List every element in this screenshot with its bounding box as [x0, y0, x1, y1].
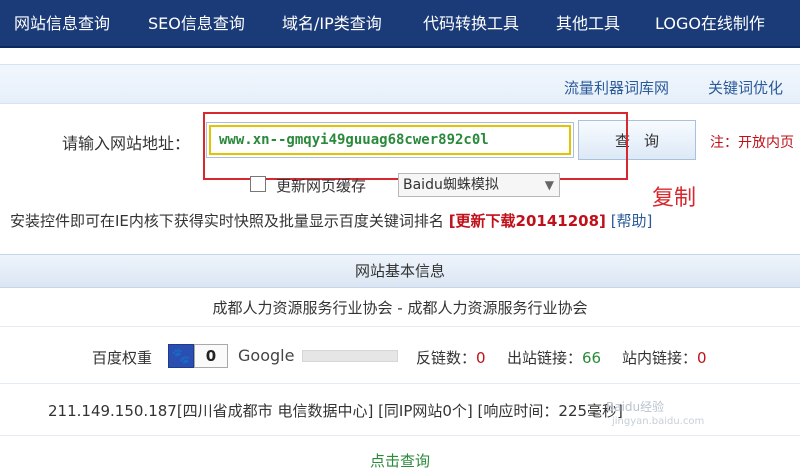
nav-item-domain-ip[interactable]: 域名/IP类查询 [282, 0, 382, 48]
nav-item-site-info[interactable]: 网站信息查询 [14, 0, 110, 48]
link-keyword-optimization[interactable]: 关键词优化 [708, 77, 783, 98]
user-agent-select[interactable]: Baidu蜘蛛模拟 ▼ [398, 173, 560, 197]
nav-item-code-tools[interactable]: 代码转换工具 [423, 0, 519, 48]
help-link[interactable]: [帮助] [611, 212, 653, 230]
google-pagerank-bar [302, 350, 398, 362]
baidu-weight-value[interactable]: 0 [194, 344, 228, 368]
watermark-logo: Baidu经验 [606, 400, 665, 414]
update-cache-checkbox[interactable] [250, 176, 266, 192]
backlinks-value[interactable]: 0 [476, 349, 486, 367]
metrics-row: 百度权重 🐾 0 Google 反链数：0 出站链接：66 站内链接：0 [0, 328, 800, 384]
link-traffic-lexicon[interactable]: 流量利器词库网 [564, 77, 669, 98]
copy-annotation: 复制 [652, 186, 697, 211]
query-button[interactable]: 查询 [578, 120, 696, 160]
top-nav: 网站信息查询 SEO信息查询 域名/IP类查询 代码转换工具 其他工具 LOGO… [0, 0, 800, 48]
nav-item-other-tools[interactable]: 其他工具 [556, 0, 620, 48]
update-download-link[interactable]: [更新下载20141208] [449, 212, 606, 230]
watermark-url: jingyan.baidu.com [612, 416, 705, 427]
site-title: 成都人力资源服务行业协会 - 成都人力资源服务行业协会 [212, 299, 588, 317]
chevron-down-icon: ▼ [544, 178, 554, 192]
backlinks-label: 反链数： [416, 349, 477, 367]
ip-info: 211.149.150.187[四川省成都市 电信数据中心] [同IP网站0个]… [48, 402, 623, 420]
user-agent-selected: Baidu蜘蛛模拟 [403, 177, 499, 193]
sub-header: 流量利器词库网 关键词优化 [0, 64, 800, 104]
inlinks-label: 站内链接： [622, 349, 698, 367]
install-notice: 安装控件即可在IE内核下获得实时快照及批量显示百度关键词排名 [更新下载2014… [10, 210, 652, 231]
inlinks-value[interactable]: 0 [697, 349, 707, 367]
nav-item-logo-maker[interactable]: LOGO在线制作 [655, 0, 765, 48]
baidu-paw-icon: 🐾 [168, 344, 194, 368]
outlinks-label: 出站链接： [507, 349, 583, 367]
baidu-weight-label: 百度权重 [92, 349, 153, 367]
outlinks-stat: 出站链接：66 [507, 347, 601, 368]
url-input[interactable] [209, 125, 571, 155]
ip-row: 211.149.150.187[四川省成都市 电信数据中心] [同IP网站0个]… [0, 384, 800, 436]
update-cache-label: 更新网页缓存 [276, 177, 367, 195]
inlinks-stat: 站内链接：0 [622, 347, 707, 368]
section-title: 网站基本信息 [0, 254, 800, 288]
site-title-row: 成都人力资源服务行业协会 - 成都人力资源服务行业协会 [0, 289, 800, 327]
click-query-link[interactable]: 点击查询 [0, 450, 800, 471]
nav-item-seo-info[interactable]: SEO信息查询 [148, 0, 245, 48]
url-input-frame [206, 122, 574, 158]
note-text: 注：开放内页 [710, 135, 794, 151]
url-label: 请输入网站地址： [62, 134, 191, 153]
outlinks-value[interactable]: 66 [582, 349, 601, 367]
install-text: 安装控件即可在IE内核下获得实时快照及批量显示百度关键词排名 [10, 212, 444, 230]
google-label: Google [238, 346, 295, 365]
backlinks-stat: 反链数：0 [416, 347, 486, 368]
